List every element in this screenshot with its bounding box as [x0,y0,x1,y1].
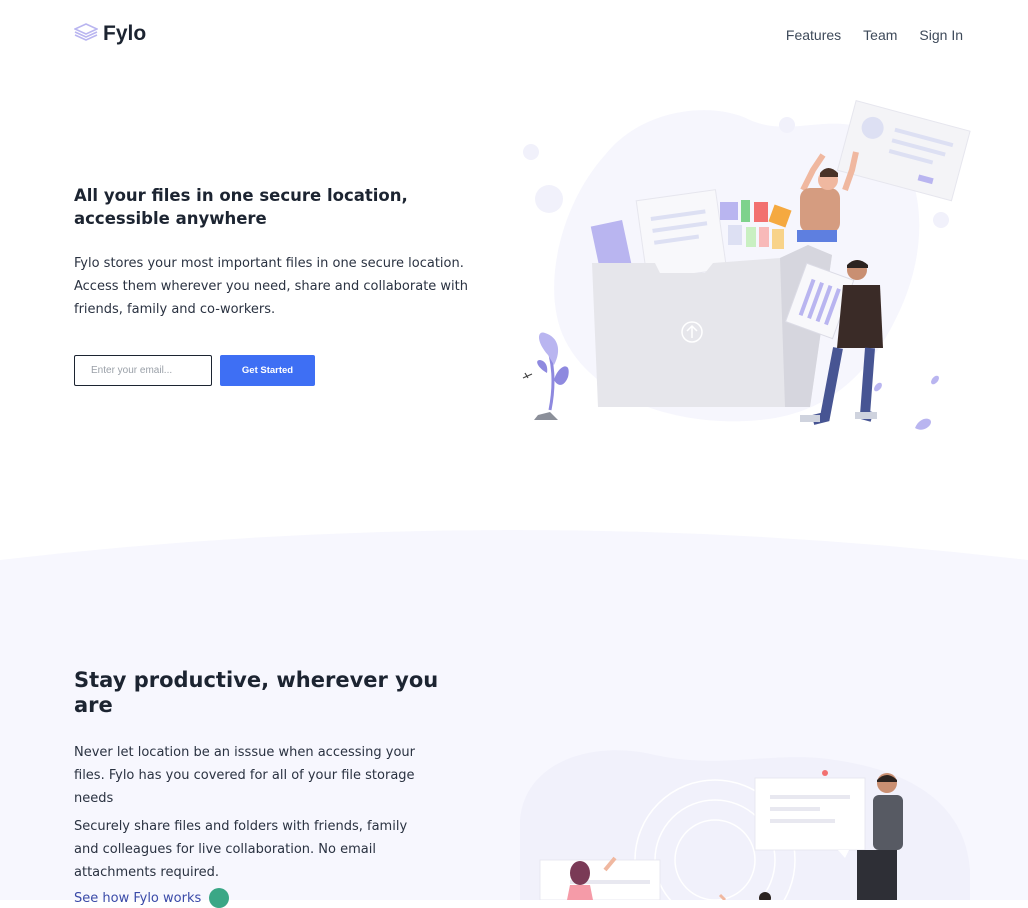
logo[interactable]: Fylo [73,22,147,46]
productive-illustration [515,740,975,908]
get-started-button[interactable]: Get Started [220,355,315,386]
productive-paragraph-2: Securely share files and folders with fr… [74,819,408,880]
see-how-label: See how Fylo works [74,890,202,906]
nav-team[interactable]: Team [863,27,897,43]
nav-sign-in[interactable]: Sign In [919,27,963,43]
productive-paragraph-1: Never let location be an isssue when acc… [74,745,415,806]
stacked-layers-icon [73,23,99,45]
site-header: Fylo Features Team Sign In [0,0,1028,70]
see-how-link[interactable]: See how Fylo works [74,888,230,908]
productive-title: Stay productive, wherever you are [74,668,439,717]
hero-text: Fylo stores your most important files in… [74,256,469,317]
arrow-right-icon [209,888,230,908]
hero-title: All your files in one secure location, a… [74,186,408,228]
main-nav: Features Team Sign In [786,27,963,43]
nav-features[interactable]: Features [786,27,841,43]
logo-text: Fylo [103,22,147,45]
hero-illustration [510,95,980,444]
email-input[interactable] [74,355,212,386]
